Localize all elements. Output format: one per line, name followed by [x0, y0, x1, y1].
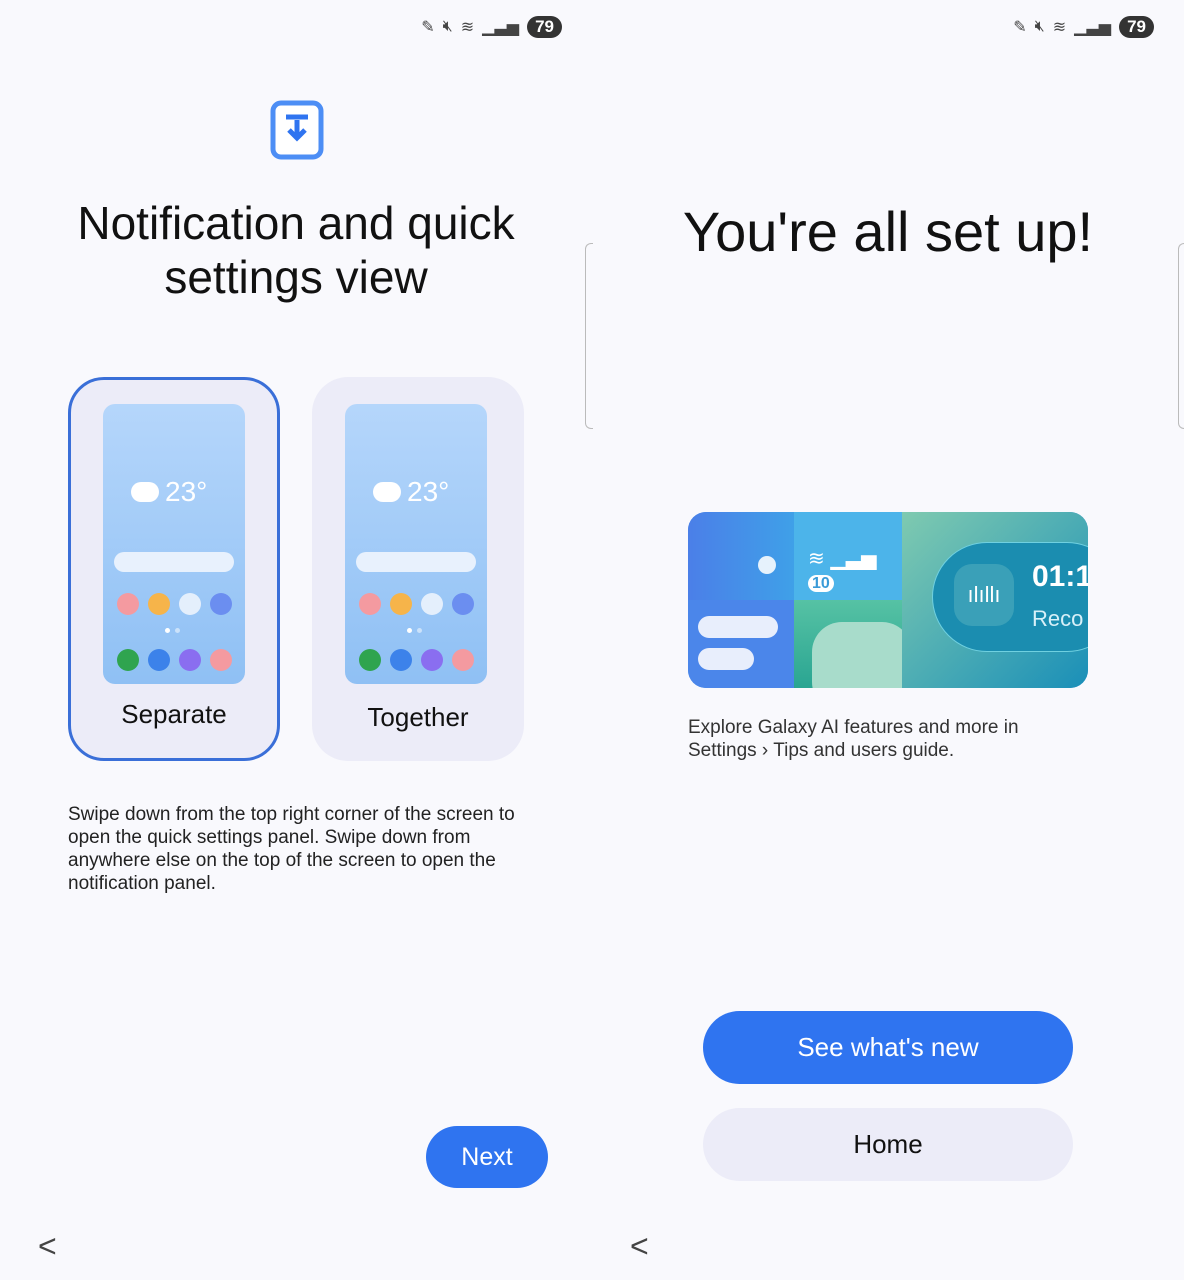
- option-label: Together: [367, 702, 469, 732]
- home-button[interactable]: Home: [703, 1108, 1073, 1181]
- wifi-icon: ≋: [460, 19, 475, 36]
- option-separate[interactable]: 23° Separate: [68, 377, 280, 761]
- badge: 10: [808, 575, 834, 592]
- back-chevron-icon[interactable]: <: [630, 1228, 649, 1265]
- info-line: Settings › Tips and users guide.: [688, 740, 955, 761]
- pen-icon: ✎: [421, 19, 435, 36]
- next-button[interactable]: Next: [426, 1126, 548, 1188]
- recorder-label: Reco: [1032, 606, 1084, 631]
- battery-indicator: 79: [1119, 16, 1154, 38]
- info-text: Explore Galaxy AI features and more in S…: [688, 716, 1088, 762]
- quick-status-tile: ≋ ▁▃▅ 10: [794, 512, 902, 600]
- galaxy-ai-illustration: ≋ ▁▃▅ 10 ılıllı 01:1 Reco: [688, 512, 1088, 688]
- download-panel-icon: [270, 100, 324, 160]
- option-together[interactable]: 23° Together: [312, 377, 524, 761]
- phone-preview: 23°: [103, 404, 245, 684]
- temperature: 23°: [165, 476, 208, 507]
- wifi-icon: ≋: [808, 548, 825, 570]
- weather-icon: [373, 476, 403, 502]
- next-page-edge: [1178, 243, 1184, 429]
- wifi-icon: ≋: [1052, 19, 1067, 36]
- recorder-time: 01:1: [1032, 560, 1088, 593]
- see-whats-new-button[interactable]: See what's new: [703, 1011, 1073, 1084]
- phone-preview: 23°: [345, 404, 487, 684]
- battery-indicator: 79: [527, 16, 562, 38]
- pen-icon: ✎: [1013, 19, 1027, 36]
- voice-recorder-icon: ılıllı: [954, 564, 1014, 626]
- page-title-line1: Notification and quick: [77, 197, 515, 249]
- right-screen: ✎ 🔇︎ ≋ ▁▃▅ 79 You're all set up! ≋ ▁▃▅ 10 ı…: [592, 0, 1184, 1280]
- status-bar: ✎ 🔇︎ ≋ ▁▃▅ 79: [421, 16, 562, 38]
- option-label: Separate: [121, 699, 227, 729]
- status-bar: ✎ 🔇︎ ≋ ▁▃▅ 79: [1013, 16, 1154, 38]
- signal-icon: ▁▃▅: [1074, 19, 1112, 36]
- page-title-line2: settings view: [164, 251, 428, 303]
- weather-icon: [131, 476, 161, 502]
- back-chevron-icon[interactable]: <: [38, 1228, 57, 1265]
- mute-icon: 🔇︎: [442, 18, 453, 35]
- description: Swipe down from the top right corner of …: [68, 804, 515, 894]
- mute-icon: 🔇︎: [1034, 18, 1045, 35]
- left-screen: ✎ 🔇︎ ≋ ▁▃▅ 79 Notification and quick settin…: [0, 0, 593, 1280]
- info-line: Explore Galaxy AI features and more in: [688, 717, 1019, 738]
- page-title: You're all set up!: [682, 200, 1094, 263]
- signal-icon: ▁▃▅: [482, 19, 520, 36]
- temperature: 23°: [407, 476, 450, 507]
